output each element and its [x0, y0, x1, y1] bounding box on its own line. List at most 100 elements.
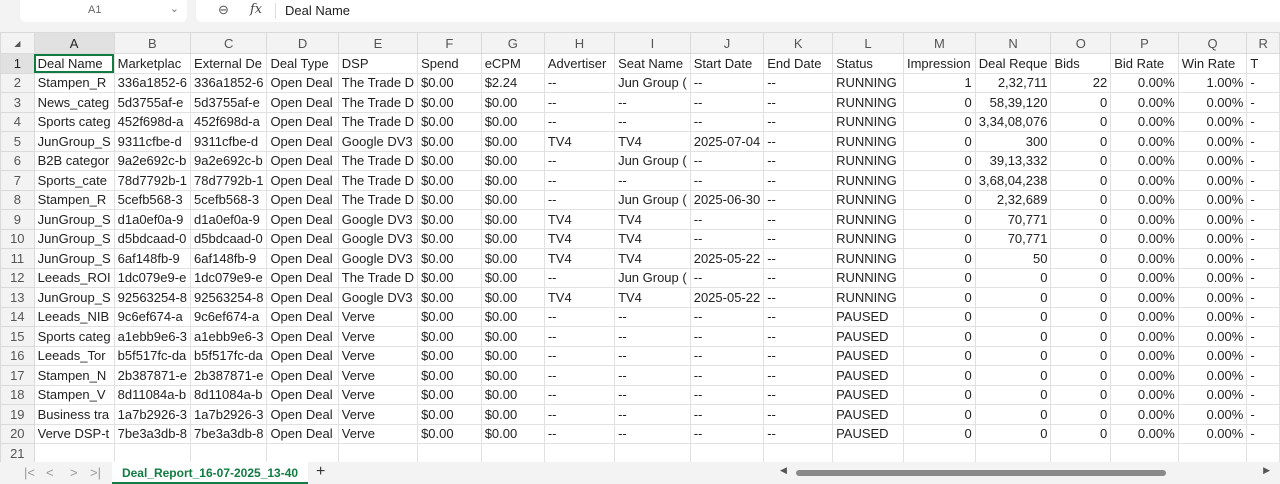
- cell-m5[interactable]: 0: [902, 131, 976, 152]
- cell-j17[interactable]: --: [689, 365, 765, 386]
- cell-j18[interactable]: --: [689, 384, 765, 405]
- column-header-o[interactable]: O: [1050, 32, 1112, 54]
- row-header[interactable]: 8: [0, 189, 35, 210]
- cell-a14[interactable]: Leeads_NIB: [33, 306, 115, 327]
- cell-h11[interactable]: TV4: [543, 248, 616, 269]
- row-header[interactable]: 12: [0, 267, 35, 288]
- row-header[interactable]: 20: [0, 423, 35, 444]
- cell-c16[interactable]: b5f517fc-da: [190, 345, 268, 366]
- cell-q16[interactable]: 0.00%: [1177, 345, 1248, 366]
- row-header[interactable]: 7: [0, 170, 35, 191]
- cell-f1[interactable]: Spend: [417, 53, 482, 74]
- cell-j3[interactable]: --: [689, 92, 765, 113]
- formula-input[interactable]: ⊖ fx Deal Name: [196, 0, 1280, 22]
- cell-a4[interactable]: Sports categ: [33, 111, 115, 132]
- cell-d7[interactable]: Open Deal: [266, 170, 339, 191]
- cell-m3[interactable]: 0: [902, 92, 976, 113]
- cell-b17[interactable]: 2b387871-e: [113, 365, 192, 386]
- cell-e13[interactable]: Google DV3: [337, 287, 419, 308]
- cell-d2[interactable]: Open Deal: [266, 72, 339, 93]
- cell-o3[interactable]: 0: [1050, 92, 1112, 113]
- cell-i8[interactable]: Jun Group (: [614, 189, 691, 210]
- cell-h12[interactable]: --: [543, 267, 616, 288]
- row-header[interactable]: 15: [0, 326, 35, 347]
- column-header-k[interactable]: K: [763, 32, 834, 54]
- cell-a12[interactable]: Leeads_ROI: [33, 267, 115, 288]
- cell-c12[interactable]: 1dc079e9-e: [190, 267, 268, 288]
- column-header-c[interactable]: C: [190, 32, 268, 54]
- cell-h1[interactable]: Advertiser: [543, 53, 616, 74]
- cell-l11[interactable]: RUNNING: [832, 248, 904, 269]
- cell-d4[interactable]: Open Deal: [266, 111, 339, 132]
- cell-p8[interactable]: 0.00%: [1110, 189, 1179, 210]
- cell-c18[interactable]: 8d11084a-b: [190, 384, 268, 405]
- column-header-j[interactable]: J: [689, 32, 765, 54]
- cell-n12[interactable]: 0: [974, 267, 1052, 288]
- scroll-right-icon[interactable]: ▶: [1263, 465, 1270, 476]
- cell-k10[interactable]: --: [763, 228, 834, 249]
- cell-c21[interactable]: [190, 443, 268, 464]
- cell-n15[interactable]: 0: [974, 326, 1052, 347]
- cell-j9[interactable]: --: [689, 209, 765, 230]
- cell-m11[interactable]: 0: [902, 248, 976, 269]
- cell-f12[interactable]: $0.00: [417, 267, 482, 288]
- cell-m9[interactable]: 0: [902, 209, 976, 230]
- cell-r5[interactable]: -: [1246, 131, 1280, 152]
- cell-d8[interactable]: Open Deal: [266, 189, 339, 210]
- cell-e6[interactable]: The Trade D: [337, 150, 419, 171]
- cell-o5[interactable]: 0: [1050, 131, 1112, 152]
- cell-n2[interactable]: 2,32,711: [974, 72, 1052, 93]
- cell-l12[interactable]: RUNNING: [832, 267, 904, 288]
- cell-p1[interactable]: Bid Rate: [1110, 53, 1179, 74]
- cell-r8[interactable]: -: [1246, 189, 1280, 210]
- cell-n4[interactable]: 3,34,08,076: [974, 111, 1052, 132]
- cell-l3[interactable]: RUNNING: [832, 92, 904, 113]
- row-header[interactable]: 4: [0, 111, 35, 132]
- column-header-h[interactable]: H: [543, 32, 616, 54]
- cell-d6[interactable]: Open Deal: [266, 150, 339, 171]
- cell-d17[interactable]: Open Deal: [266, 365, 339, 386]
- cell-j19[interactable]: --: [689, 404, 765, 425]
- cell-j10[interactable]: --: [689, 228, 765, 249]
- cell-n6[interactable]: 39,13,332: [974, 150, 1052, 171]
- cell-i17[interactable]: --: [614, 365, 691, 386]
- cell-b8[interactable]: 5cefb568-3: [113, 189, 192, 210]
- column-header-p[interactable]: P: [1110, 32, 1179, 54]
- cell-m2[interactable]: 1: [902, 72, 976, 93]
- cell-n9[interactable]: 70,771: [974, 209, 1052, 230]
- row-header[interactable]: 9: [0, 209, 35, 230]
- cell-h17[interactable]: --: [543, 365, 616, 386]
- cell-d19[interactable]: Open Deal: [266, 404, 339, 425]
- cell-c7[interactable]: 78d7792b-1: [190, 170, 268, 191]
- cell-r12[interactable]: -: [1246, 267, 1280, 288]
- name-box[interactable]: A1 ⌄: [20, 0, 187, 22]
- cell-n19[interactable]: 0: [974, 404, 1052, 425]
- cell-p10[interactable]: 0.00%: [1110, 228, 1179, 249]
- cell-e5[interactable]: Google DV3: [337, 131, 419, 152]
- cell-q8[interactable]: 0.00%: [1177, 189, 1248, 210]
- horizontal-scrollbar[interactable]: ◀ ▶: [780, 465, 1270, 478]
- cell-k6[interactable]: --: [763, 150, 834, 171]
- cell-e10[interactable]: Google DV3: [337, 228, 419, 249]
- cell-r7[interactable]: -: [1246, 170, 1280, 191]
- cell-d10[interactable]: Open Deal: [266, 228, 339, 249]
- cell-c11[interactable]: 6af148fb-9: [190, 248, 268, 269]
- cell-b4[interactable]: 452f698d-a: [113, 111, 192, 132]
- cell-i9[interactable]: TV4: [614, 209, 691, 230]
- cell-j14[interactable]: --: [689, 306, 765, 327]
- column-header-a[interactable]: A: [33, 32, 115, 54]
- cell-o7[interactable]: 0: [1050, 170, 1112, 191]
- cell-j1[interactable]: Start Date: [689, 53, 765, 74]
- cell-e2[interactable]: The Trade D: [337, 72, 419, 93]
- cell-b14[interactable]: 9c6ef674-a: [113, 306, 192, 327]
- cell-g21[interactable]: [480, 443, 545, 464]
- cell-m17[interactable]: 0: [902, 365, 976, 386]
- cell-h8[interactable]: --: [543, 189, 616, 210]
- cell-l17[interactable]: PAUSED: [832, 365, 904, 386]
- cell-o1[interactable]: Bids: [1050, 53, 1112, 74]
- cell-j12[interactable]: --: [689, 267, 765, 288]
- cell-q7[interactable]: 0.00%: [1177, 170, 1248, 191]
- cell-q18[interactable]: 0.00%: [1177, 384, 1248, 405]
- cell-i15[interactable]: --: [614, 326, 691, 347]
- cell-h16[interactable]: --: [543, 345, 616, 366]
